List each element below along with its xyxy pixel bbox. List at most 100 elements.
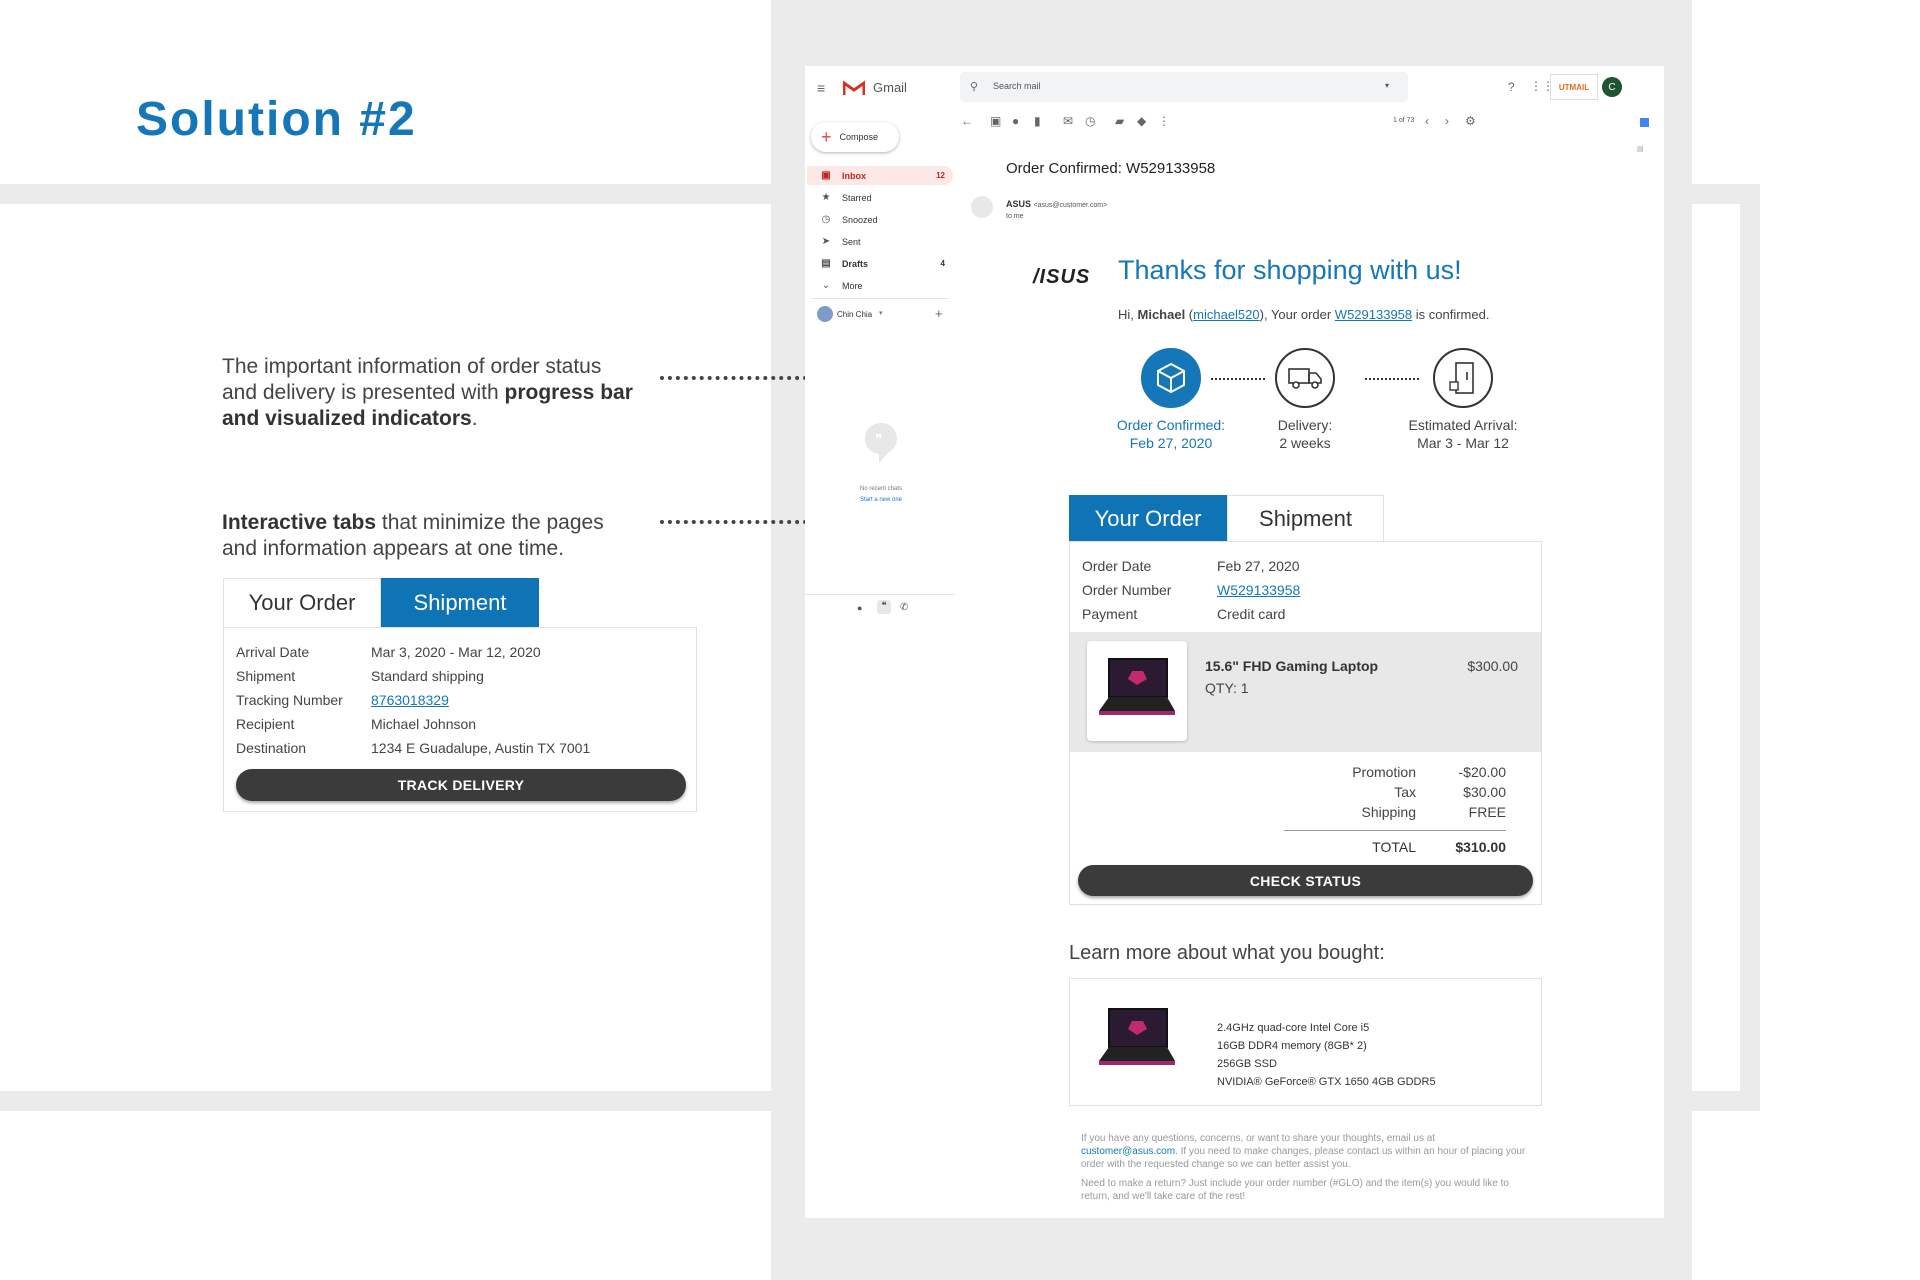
step-label: Order Confirmed:: [1116, 417, 1226, 433]
add-icon[interactable]: +: [935, 306, 943, 321]
snooze-icon[interactable]: ◷: [1085, 114, 1095, 128]
spec-item: 16GB DDR4 memory (8GB* 2): [1217, 1040, 1367, 1052]
slide-title: Solution #2: [136, 93, 417, 146]
note-bold: Interactive tabs: [222, 511, 377, 534]
start-new-chat-link[interactable]: Start a new one: [851, 497, 911, 503]
report-spam-icon[interactable]: ●: [1012, 114, 1019, 128]
check-status-button[interactable]: CHECK STATUS: [1078, 865, 1533, 896]
detail-row: Recipient Michael Johnson: [236, 712, 686, 736]
greeting-text: is confirmed.: [1412, 307, 1490, 322]
pager-text: 1 of 73: [1393, 117, 1415, 124]
shipment-panel: Arrival Date Mar 3, 2020 - Mar 12, 2020 S…: [223, 627, 697, 812]
order-number-link[interactable]: W529133958: [1335, 307, 1412, 322]
detail-row: Destination 1234 E Guadalupe, Austin TX 7…: [236, 736, 686, 760]
email-toolbar: ← ▣ ● ▮ ✉ ◷ ▰ ◆ ⋮ 1 of 73 ‹ › ⚙: [955, 108, 1664, 136]
tab-your-order[interactable]: Your Order: [223, 578, 381, 627]
order-row: Payment Credit card: [1082, 602, 1529, 626]
gmail-window: ≡ Gmail ⚲ Search mail ▾ ? ⋮⋮ UTMAIL C + …: [805, 66, 1664, 1218]
calendar-icon[interactable]: [1640, 118, 1649, 127]
email-headline: Thanks for shopping with us!: [1118, 255, 1462, 285]
search-options-icon[interactable]: ▾: [1385, 81, 1389, 90]
step-estimated-arrival: Estimated Arrival: Mar 3 - Mar 12: [1398, 348, 1528, 452]
sidebar-item-snoozed[interactable]: ◷ Snoozed: [807, 210, 953, 229]
spec-list: 2.4GHz quad-core Intel Core i5 16GB DDR4…: [1217, 1019, 1436, 1091]
spec-item: 256GB SSD: [1217, 1058, 1277, 1070]
totals-key: Tax: [1394, 784, 1416, 800]
detail-row: Tracking Number 8763018329: [236, 688, 686, 712]
account-avatar-small: [817, 306, 833, 322]
plus-icon: +: [821, 127, 832, 147]
newer-icon[interactable]: ‹: [1425, 114, 1429, 128]
detail-key: Tracking Number: [236, 692, 343, 708]
account-name[interactable]: Chin Chia: [837, 310, 872, 319]
sidebar-item-sent[interactable]: ➤ Sent: [807, 232, 953, 251]
tab-your-order[interactable]: Your Order: [1069, 495, 1227, 541]
detail-value: Michael Johnson: [371, 716, 477, 732]
help-icon[interactable]: ?: [1508, 80, 1515, 94]
settings-gear-icon[interactable]: ⚙: [1465, 114, 1476, 128]
note-progress-bar: The important information of order statu…: [222, 354, 642, 432]
total-value: $310.00: [1455, 839, 1506, 855]
greeting-text: Hi,: [1118, 307, 1138, 322]
account-avatar[interactable]: C: [1602, 77, 1622, 97]
more-vert-icon[interactable]: ⋮: [1158, 114, 1170, 128]
label-icon[interactable]: ◆: [1137, 114, 1146, 128]
caret-down-icon[interactable]: ▾: [879, 309, 883, 317]
sidebar-item-more[interactable]: ⌄ More: [807, 276, 953, 295]
order-key: Order Number: [1082, 582, 1172, 598]
search-input[interactable]: Search mail: [993, 81, 1041, 91]
back-arrow-icon[interactable]: ←: [961, 114, 973, 128]
sidebar-divider: [805, 594, 955, 595]
footer-paragraph: If you have any questions, concerns, or …: [1081, 1132, 1531, 1171]
slide-canvas: Solution #2 The important information of…: [0, 0, 1920, 1280]
detail-key: Shipment: [236, 668, 296, 684]
clock-icon: ◷: [821, 214, 831, 225]
search-bar[interactable]: ⚲ Search mail ▾: [960, 72, 1408, 102]
tab-shipment[interactable]: Shipment: [381, 578, 539, 627]
support-email-link[interactable]: customer@asus.com: [1081, 1146, 1175, 1157]
older-icon[interactable]: ›: [1445, 114, 1449, 128]
print-icon[interactable]: ▤: [1637, 145, 1644, 153]
asus-logo: /ISUS: [1033, 266, 1091, 288]
delete-icon[interactable]: ▮: [1034, 114, 1041, 128]
sender-line: ASUS <asus@customer.com>: [1006, 199, 1107, 209]
phone-icon[interactable]: ✆: [900, 602, 908, 613]
sidebar-item-label: Sent: [842, 236, 861, 247]
note-tabs: Interactive tabs that minimize the pages…: [222, 510, 642, 562]
tracking-number-link[interactable]: 8763018329: [371, 688, 449, 712]
totals-value: $30.00: [1463, 784, 1506, 800]
order-number-link[interactable]: W529133958: [1217, 578, 1300, 602]
archive-icon[interactable]: ▣: [990, 114, 1001, 128]
mark-unread-icon[interactable]: ✉: [1063, 114, 1073, 128]
hangouts-icon[interactable]: ❝: [877, 600, 891, 614]
order-key: Payment: [1082, 606, 1138, 622]
order-panel: Order Date Feb 27, 2020 Order Number W5291…: [1069, 541, 1542, 905]
learn-more-heading: Learn more about what you bought:: [1069, 942, 1385, 964]
tab-shipment[interactable]: Shipment: [1227, 495, 1384, 541]
totals-row: Promotion -$20.00: [1070, 762, 1506, 782]
order-row: Order Date Feb 27, 2020: [1082, 554, 1529, 578]
sender-name: ASUS: [1006, 199, 1032, 209]
star-icon: ★: [821, 192, 831, 203]
totals-value: -$20.00: [1458, 764, 1506, 780]
move-to-icon[interactable]: ▰: [1115, 114, 1124, 128]
totals-row: Tax $30.00: [1070, 782, 1506, 802]
person-icon[interactable]: ●: [857, 603, 862, 613]
compose-button[interactable]: + Compose: [811, 122, 899, 152]
sidebar-item-starred[interactable]: ★ Starred: [807, 188, 953, 207]
track-delivery-button[interactable]: TRACK DELIVERY: [236, 769, 686, 801]
sidebar-divider: [811, 298, 949, 299]
order-value: Credit card: [1217, 606, 1286, 622]
username-link[interactable]: michael520: [1193, 307, 1260, 322]
step-label: Estimated Arrival:: [1408, 417, 1518, 433]
totals-block: Promotion -$20.00 Tax $30.00 Shipping FREE …: [1070, 752, 1541, 857]
sidebar-item-drafts[interactable]: ▤ Drafts 4: [807, 254, 953, 273]
inbox-icon: ▣: [821, 170, 831, 181]
sidebar-item-inbox[interactable]: ▣ Inbox 12: [807, 166, 953, 185]
order-row: Order Number W529133958: [1082, 578, 1529, 602]
order-key: Order Date: [1082, 558, 1152, 574]
gmail-sidebar: + Compose ▣ Inbox 12 ★ Starred ◷ Snoozed ➤ Se…: [805, 66, 955, 626]
footer-return-paragraph: Need to make a return? Just include your…: [1081, 1178, 1509, 1202]
shipment-tab-demo: Your Order Shipment Arrival Date Mar 3, 2…: [223, 578, 697, 812]
draft-count: 4: [940, 259, 945, 268]
